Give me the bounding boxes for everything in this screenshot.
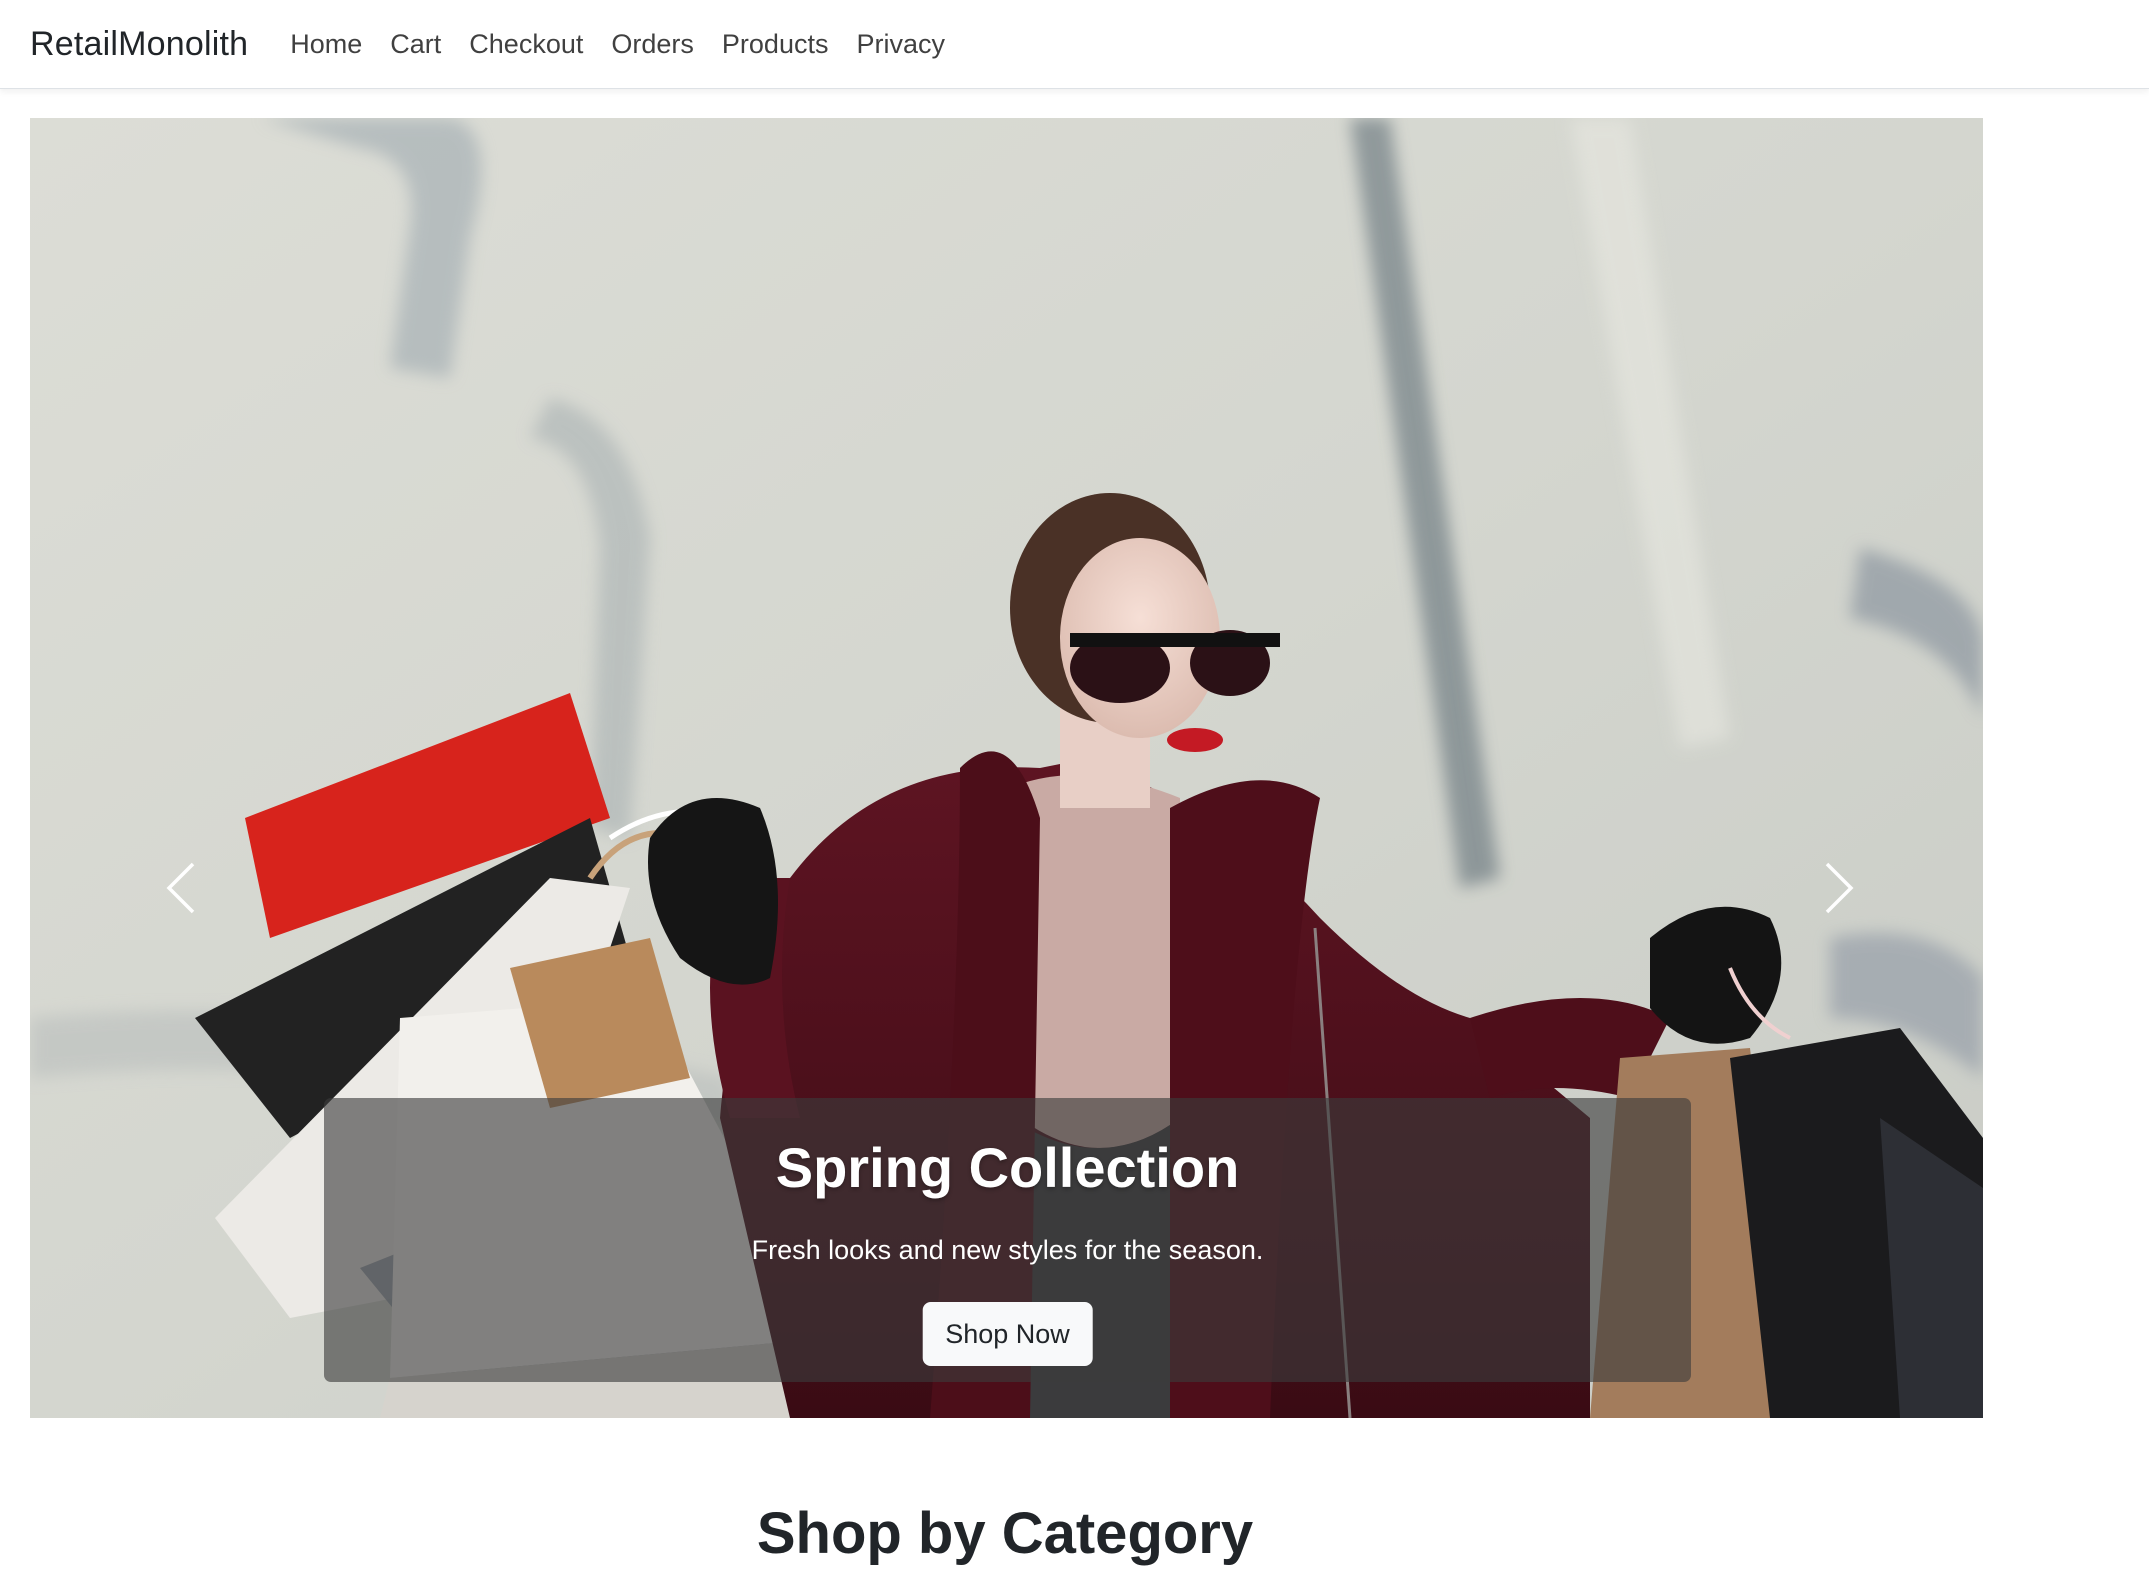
chevron-left-icon [166, 862, 195, 914]
slide-description: Fresh looks and new styles for the seaso… [751, 1235, 1264, 1265]
hero-carousel: Spring Collection Fresh looks and new st… [30, 118, 1983, 1418]
nav-link-checkout[interactable]: Checkout [455, 29, 597, 60]
nav-links: Home Cart Checkout Orders Products Priva… [276, 29, 959, 60]
nav-link-orders[interactable]: Orders [597, 29, 708, 60]
nav-link-privacy[interactable]: Privacy [842, 29, 959, 60]
carousel-caption: Spring Collection Fresh looks and new st… [324, 1098, 1691, 1382]
shop-now-button[interactable]: Shop Now [922, 1302, 1093, 1366]
carousel-next-button[interactable] [1810, 858, 1870, 918]
nav-link-products[interactable]: Products [708, 29, 843, 60]
top-navbar: RetailMonolith Home Cart Checkout Orders… [0, 0, 2149, 89]
section-title: Shop by Category [756, 1501, 1254, 1566]
nav-link-cart[interactable]: Cart [376, 29, 455, 60]
brand-logo-link[interactable]: RetailMonolith [30, 25, 248, 64]
carousel-prev-button[interactable] [150, 858, 210, 918]
slide-title: Spring Collection [775, 1136, 1240, 1199]
chevron-right-icon [1825, 862, 1854, 914]
nav-link-home[interactable]: Home [276, 29, 376, 60]
